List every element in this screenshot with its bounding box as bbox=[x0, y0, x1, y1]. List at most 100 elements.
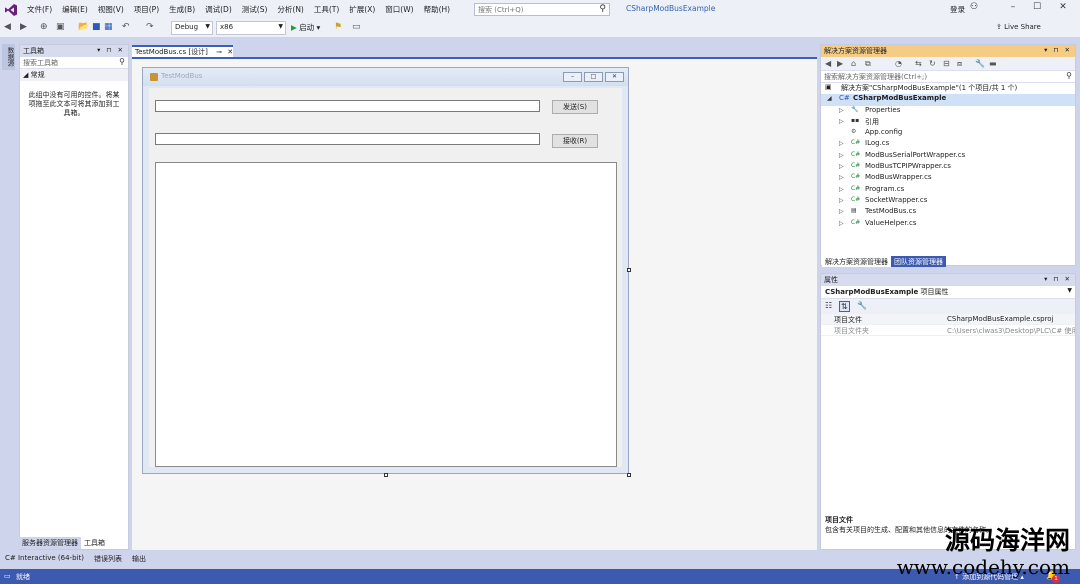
expand-arrow-icon[interactable]: ▷ bbox=[839, 186, 844, 193]
toolbox-search-input[interactable]: 搜索工具箱 ⚲ bbox=[20, 57, 128, 69]
switch-views-icon[interactable]: ⧉ bbox=[865, 59, 871, 69]
menu-item-0[interactable]: 文件(F) bbox=[22, 4, 57, 15]
tree-item[interactable]: ▷ ▤ TestModBus.cs bbox=[821, 207, 1075, 218]
form-maximize-button[interactable]: □ bbox=[584, 72, 603, 82]
collapse-all-icon[interactable]: ⊟ bbox=[943, 59, 950, 68]
tree-item[interactable]: ▷ ▪▪ 引用 bbox=[821, 117, 1075, 128]
expand-arrow-icon[interactable]: ▷ bbox=[839, 197, 844, 204]
alphabetical-icon[interactable]: ⇅ bbox=[839, 301, 850, 312]
configuration-select[interactable]: Debug ▼ bbox=[171, 21, 213, 35]
tree-item[interactable]: ▷ C# ILog.cs bbox=[821, 139, 1075, 150]
refresh-icon[interactable]: ↻ bbox=[929, 59, 936, 68]
resize-handle-corner[interactable] bbox=[627, 473, 631, 477]
tree-item[interactable]: ▷ C# SocketWrapper.cs bbox=[821, 196, 1075, 207]
panel-controls[interactable]: ▾ ⊓ ✕ bbox=[1044, 46, 1072, 54]
tab-solution-explorer[interactable]: 解决方案资源管理器 bbox=[822, 256, 891, 267]
minimize-button[interactable]: – bbox=[1004, 2, 1022, 16]
tree-item[interactable]: ▷ C# ModBusTCPIPWrapper.cs bbox=[821, 162, 1075, 173]
collapse-arrow-icon[interactable]: ◢ bbox=[827, 95, 832, 102]
menu-item-2[interactable]: 视图(V) bbox=[93, 4, 129, 15]
property-row[interactable]: 项目文件 CSharpModBusExample.csproj bbox=[821, 314, 1075, 325]
hot-reload-icon[interactable]: ⚑ bbox=[334, 22, 342, 32]
menu-item-4[interactable]: 生成(B) bbox=[164, 4, 200, 15]
expand-arrow-icon[interactable]: ▷ bbox=[839, 163, 844, 170]
preview-icon[interactable]: ▬ bbox=[989, 59, 997, 68]
menu-item-6[interactable]: 测试(S) bbox=[237, 4, 273, 15]
expand-arrow-icon[interactable]: ▷ bbox=[839, 152, 844, 159]
menu-item-11[interactable]: 帮助(H) bbox=[419, 4, 456, 15]
new-project-icon[interactable]: ⊕ bbox=[40, 22, 48, 32]
save-icon[interactable]: ■ bbox=[92, 22, 101, 32]
search-box[interactable]: 搜索 (Ctrl+Q) ⚲ bbox=[474, 3, 610, 16]
tree-item[interactable]: ▷ C# ModBusWrapper.cs bbox=[821, 173, 1075, 184]
redo-icon[interactable]: ↷ bbox=[146, 22, 154, 32]
expand-arrow-icon[interactable]: ▷ bbox=[839, 174, 844, 181]
categorized-icon[interactable]: ☷ bbox=[825, 301, 832, 310]
tab-output[interactable]: 输出 bbox=[127, 552, 151, 567]
log-textbox[interactable] bbox=[155, 162, 617, 467]
login-link[interactable]: 登录 bbox=[950, 4, 965, 15]
tree-item[interactable]: ▷ C# ValueHelper.cs bbox=[821, 219, 1075, 230]
tab-csharp-interactive[interactable]: C# Interactive (64-bit) bbox=[0, 552, 89, 567]
expand-arrow-icon[interactable]: ▷ bbox=[839, 220, 844, 227]
forward-icon[interactable]: ▶ bbox=[837, 59, 843, 68]
properties-icon[interactable]: 🔧 bbox=[975, 59, 985, 68]
screenshot-icon[interactable]: ▭ bbox=[352, 22, 361, 32]
show-all-files-icon[interactable]: ⧈ bbox=[957, 59, 962, 69]
tab-server-explorer[interactable]: 服务器资源管理器 bbox=[19, 537, 81, 549]
menu-item-3[interactable]: 项目(P) bbox=[129, 4, 164, 15]
tree-item[interactable]: ▷ C# Program.cs bbox=[821, 185, 1075, 196]
maximize-button[interactable]: ☐ bbox=[1028, 2, 1046, 16]
designer-form[interactable]: TestModBus – □ ✕ 发送(S) 接收(R) bbox=[142, 67, 629, 474]
undo-icon[interactable]: ↶ bbox=[122, 22, 130, 32]
send-button[interactable]: 发送(S) bbox=[552, 100, 598, 114]
close-window-button[interactable]: ✕ bbox=[1054, 2, 1072, 16]
sync-icon[interactable]: ⇆ bbox=[915, 59, 922, 68]
open-file-icon[interactable]: 📂 bbox=[78, 22, 89, 32]
menu-item-8[interactable]: 工具(T) bbox=[309, 4, 344, 15]
menu-item-5[interactable]: 调试(D) bbox=[200, 4, 237, 15]
property-row[interactable]: 项目文件夹 C:\Users\clwas3\Desktop\PLC\C# 使用 bbox=[821, 325, 1075, 336]
expand-arrow-icon[interactable]: ▷ bbox=[839, 208, 844, 215]
panel-controls[interactable]: ▾ ⊓ ✕ bbox=[1044, 275, 1072, 283]
menu-item-7[interactable]: 分析(N) bbox=[272, 4, 308, 15]
save-all-icon[interactable]: ▦ bbox=[104, 22, 113, 32]
forward-icon[interactable]: ▶ bbox=[20, 22, 27, 32]
menu-item-10[interactable]: 窗口(W) bbox=[380, 4, 418, 15]
panel-controls[interactable]: ▾ ⊓ ✕ bbox=[97, 46, 125, 54]
start-button[interactable]: ▶ 启动 ▾ bbox=[291, 22, 320, 33]
tab-testmodbus-design[interactable]: TestModBus.cs [设计] ⊸ ✕ bbox=[132, 45, 233, 57]
tab-team-explorer[interactable]: 团队资源管理器 bbox=[891, 256, 946, 267]
receive-textbox[interactable] bbox=[155, 133, 540, 145]
home-icon[interactable]: ⌂ bbox=[851, 59, 856, 68]
new-item-icon[interactable]: ▣ bbox=[56, 22, 65, 32]
pending-changes-icon[interactable]: ◔ bbox=[895, 59, 902, 68]
solution-node[interactable]: ▣ 解决方案"CSharpModBusExample"(1 个项目/共 1 个) bbox=[821, 83, 1075, 94]
tree-item[interactable]: ▷ C# ModBusSerialPortWrapper.cs bbox=[821, 151, 1075, 162]
pin-icon[interactable]: ⊸ bbox=[216, 48, 222, 56]
tree-item[interactable]: ▷ 🔧 Properties bbox=[821, 106, 1075, 117]
form-close-button[interactable]: ✕ bbox=[605, 72, 624, 82]
properties-object-select[interactable]: CSharpModBusExample 项目属性 ▼ bbox=[821, 286, 1075, 299]
tab-toolbox[interactable]: 工具箱 bbox=[81, 537, 108, 549]
resize-handle-right[interactable] bbox=[627, 268, 631, 272]
expand-arrow-icon[interactable]: ▷ bbox=[839, 107, 844, 114]
back-icon[interactable]: ◀ bbox=[825, 59, 831, 68]
menu-item-1[interactable]: 编辑(E) bbox=[57, 4, 93, 15]
toolbox-group-general[interactable]: ◢ 常规 bbox=[20, 69, 128, 81]
back-icon[interactable]: ◀ bbox=[4, 22, 11, 32]
tab-error-list[interactable]: 错误列表 bbox=[89, 552, 127, 567]
close-icon[interactable]: ✕ bbox=[227, 48, 233, 56]
menu-item-9[interactable]: 扩展(X) bbox=[344, 4, 380, 15]
account-icon[interactable]: ⚇ bbox=[970, 2, 978, 12]
send-textbox[interactable] bbox=[155, 100, 540, 112]
resize-handle-bottom[interactable] bbox=[384, 473, 388, 477]
expand-arrow-icon[interactable]: ▷ bbox=[839, 118, 844, 125]
solution-explorer-search-input[interactable]: 搜索解决方案资源管理器(Ctrl+;) ⚲ bbox=[821, 71, 1075, 83]
platform-select[interactable]: x86 ▼ bbox=[216, 21, 286, 35]
project-node[interactable]: ◢ C# CSharpModBusExample bbox=[821, 94, 1075, 106]
live-share-button[interactable]: ⇪ Live Share bbox=[996, 23, 1041, 31]
receive-button[interactable]: 接收(R) bbox=[552, 134, 598, 148]
property-pages-icon[interactable]: 🔧 bbox=[857, 301, 867, 310]
data-sources-tab[interactable]: 数据源 bbox=[2, 44, 15, 70]
